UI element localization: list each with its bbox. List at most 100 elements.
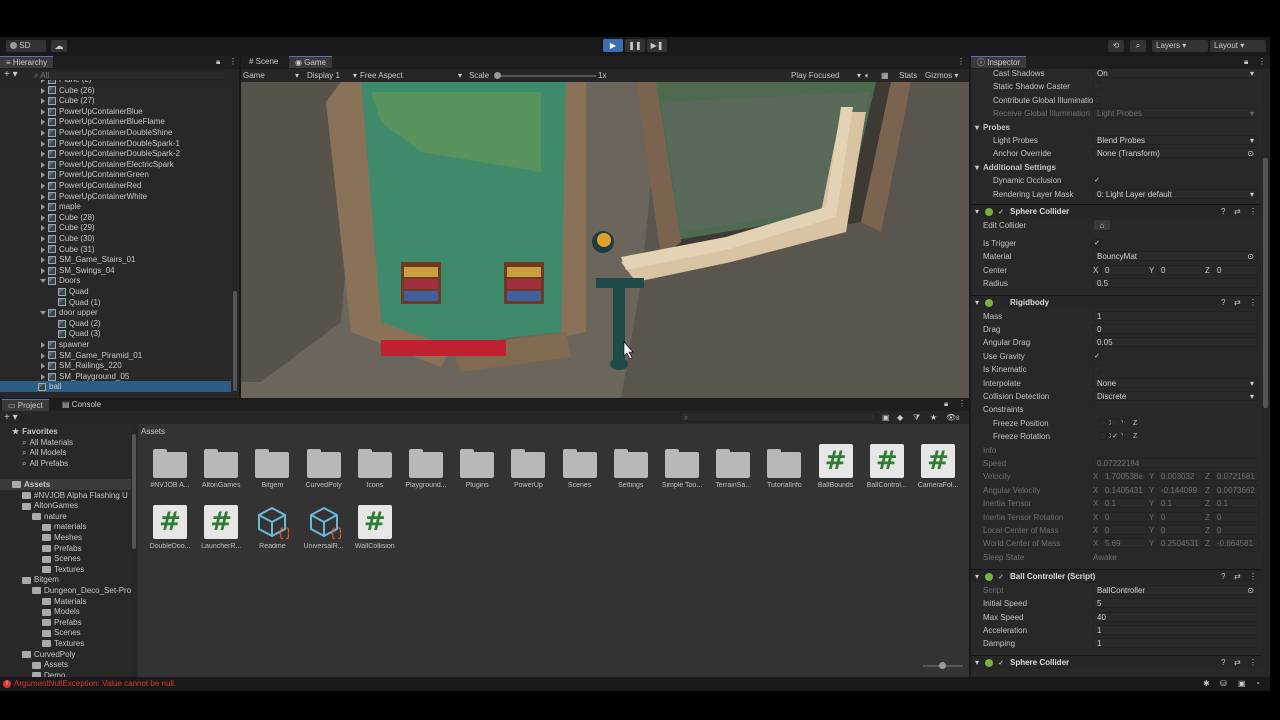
inspector-dropdown[interactable]: Blend Probes ▾ xyxy=(1093,135,1258,145)
component-menu-icon[interactable]: ⋮ xyxy=(1249,296,1257,310)
game-viewport[interactable] xyxy=(241,82,969,398)
project-tree-item[interactable]: Demo xyxy=(0,670,131,677)
expand-arrow-icon[interactable] xyxy=(41,352,45,359)
audio-mute-icon[interactable]: 🔈︎ xyxy=(865,69,870,82)
project-tree-scroll-thumb[interactable] xyxy=(132,434,136,549)
project-tree-item[interactable]: nature xyxy=(0,511,131,522)
stats-button[interactable]: Stats xyxy=(899,69,917,82)
hierarchy-item[interactable]: PowerUpContainerBlueFlame xyxy=(0,116,231,127)
component-enabled-checkbox[interactable]: ✓ xyxy=(997,572,1005,581)
expand-arrow-icon[interactable] xyxy=(41,130,45,136)
asset-item[interactable]: AltonGames xyxy=(197,444,245,489)
project-tree-item[interactable]: ⌕ All Materials xyxy=(0,437,131,448)
expand-arrow-icon[interactable] xyxy=(41,98,45,105)
project-tree-item[interactable]: ⌕ All Models xyxy=(0,447,131,458)
inspector-text-field[interactable]: 1 xyxy=(1093,638,1258,649)
presets-icon[interactable]: ⇄ xyxy=(1234,656,1241,670)
foldout-arrow-icon[interactable]: ▾ xyxy=(975,656,979,670)
inspector-dropdown[interactable]: Discrete ▾ xyxy=(1093,391,1258,401)
center-x-field[interactable]: 0 xyxy=(1101,264,1147,275)
sphere-collider-header[interactable]: ▾ ✓ Sphere Collider? ⇄ ⋮ xyxy=(971,204,1261,218)
asset-item[interactable]: # BallControl... xyxy=(863,444,911,489)
ball-controller-header[interactable]: ▾ ✓ Ball Controller (Script)? ⇄ ⋮ xyxy=(971,568,1261,584)
project-tree-item[interactable]: materials xyxy=(0,521,131,532)
asset-item[interactable]: Scenes xyxy=(556,444,604,489)
hierarchy-scrollbar[interactable] xyxy=(232,81,238,398)
project-tree-item[interactable]: Assets xyxy=(0,479,131,490)
inspector-text-field[interactable]: 0 xyxy=(1093,324,1258,334)
component-menu-icon[interactable]: ⋮ xyxy=(1249,570,1257,584)
asset-item[interactable]: Plugins xyxy=(453,444,501,489)
scale-slider-handle[interactable] xyxy=(494,72,501,79)
component-menu-icon[interactable]: ⋮ xyxy=(1249,656,1257,670)
cloud-icon[interactable]: ☁ xyxy=(51,40,67,52)
expand-arrow-icon[interactable] xyxy=(41,257,45,264)
freeze-y-checkbox[interactable] xyxy=(1111,418,1119,427)
lock-icon[interactable]: 🔒︎ xyxy=(1244,57,1248,67)
project-tree-scrollbar[interactable] xyxy=(131,424,137,677)
asset-item[interactable]: # DoubleDoo... xyxy=(146,505,194,550)
inspector-object-field[interactable]: BallController ⊙ xyxy=(1093,584,1258,595)
game-mode-dropdown[interactable]: Game ▾ xyxy=(243,69,301,82)
step-button[interactable]: ▶❚ xyxy=(647,39,667,52)
aspect-dropdown[interactable]: Free Aspect ▾ xyxy=(360,69,464,82)
hierarchy-item[interactable]: Quad (1) xyxy=(0,297,231,308)
expand-arrow-icon[interactable] xyxy=(41,267,45,274)
rigidbody-header[interactable]: ▾ Rigidbody? ⇄ ⋮ xyxy=(971,294,1261,310)
hierarchy-item[interactable]: PowerUpContainerDoubleShine xyxy=(0,127,231,138)
expand-arrow-icon[interactable] xyxy=(40,311,46,316)
favorite-star-icon[interactable]: ★ xyxy=(930,411,937,424)
asset-item[interactable]: # WallCollision xyxy=(351,505,399,550)
search-by-label-icon[interactable]: ◆ xyxy=(897,411,903,424)
expand-arrow-icon[interactable] xyxy=(41,236,45,242)
inspector-text-field[interactable]: 0.05 xyxy=(1093,337,1258,348)
project-tree-item[interactable]: Scenes xyxy=(0,627,131,638)
expand-arrow-icon[interactable] xyxy=(41,193,45,200)
scale-slider[interactable] xyxy=(494,72,596,79)
inspector-checkbox[interactable]: ✓ xyxy=(1093,239,1101,247)
asset-item[interactable]: PowerUp xyxy=(504,444,552,489)
asset-item[interactable]: Settings xyxy=(607,444,655,489)
foldout-section[interactable]: ▾ xyxy=(975,162,979,173)
center-y-field[interactable]: 0 xyxy=(1157,264,1203,275)
pause-button[interactable]: ❚❚ xyxy=(625,39,645,52)
hierarchy-item[interactable]: PowerUpContainerRed xyxy=(0,180,231,191)
hierarchy-item[interactable]: ball xyxy=(0,381,231,393)
hierarchy-item[interactable]: SM_Playground_05 xyxy=(0,371,231,382)
inspector-dropdown[interactable]: Light Probes ▾ xyxy=(1093,108,1258,119)
play-button[interactable]: ▶ xyxy=(603,39,623,52)
icon-size-slider[interactable] xyxy=(923,662,963,669)
inspector-object-field[interactable]: BouncyMat ⊙ xyxy=(1093,251,1258,262)
layers-dropdown[interactable]: Layers ▾ xyxy=(1152,40,1208,52)
help-icon[interactable]: ? xyxy=(1221,296,1225,310)
hierarchy-item[interactable]: Quad xyxy=(0,286,231,297)
asset-item[interactable]: CurvedPoly xyxy=(300,444,348,489)
object-picker-icon[interactable]: ⊙ xyxy=(1247,149,1254,159)
project-tree-item[interactable]: ⌕ All Prefabs xyxy=(0,458,131,469)
display-dropdown[interactable]: Display 1 ▾ xyxy=(307,69,357,82)
component-enabled-checkbox[interactable]: ✓ xyxy=(997,208,1005,216)
search-by-type-icon[interactable]: ▣ xyxy=(882,411,890,424)
tab-scene[interactable]: # Scene xyxy=(243,56,284,68)
inspector-text-field[interactable]: 1 xyxy=(1093,625,1258,635)
expand-arrow-icon[interactable] xyxy=(41,373,45,380)
hierarchy-scroll-thumb[interactable] xyxy=(233,291,237,391)
project-tree-item[interactable]: CurvedPoly xyxy=(0,649,131,660)
tab-project[interactable]: ▭ Project xyxy=(2,399,49,411)
section-title[interactable]: Probes xyxy=(983,122,1010,133)
hierarchy-item[interactable]: SM_Railings_220 xyxy=(0,360,231,371)
search-icon[interactable]: ⌕ xyxy=(1130,40,1146,52)
asset-item[interactable]: Simple Too... xyxy=(658,444,706,489)
hierarchy-item[interactable]: Cube (27) xyxy=(0,95,231,106)
expand-arrow-icon[interactable] xyxy=(40,279,46,284)
center-z-field[interactable]: 0 xyxy=(1213,264,1259,275)
project-tree-item[interactable]: Assets xyxy=(0,659,131,670)
hierarchy-item[interactable]: Quad (3) xyxy=(0,328,231,339)
expand-arrow-icon[interactable] xyxy=(41,183,45,189)
inspector-scroll-thumb[interactable] xyxy=(1263,158,1268,408)
foldout-arrow-icon[interactable]: ▾ xyxy=(975,205,979,219)
hierarchy-item[interactable]: door upper xyxy=(0,307,231,318)
expand-arrow-icon[interactable] xyxy=(41,225,45,232)
component-menu-icon[interactable]: ⋮ xyxy=(1249,205,1257,219)
project-tree-item[interactable]: Prefabs xyxy=(0,617,131,628)
